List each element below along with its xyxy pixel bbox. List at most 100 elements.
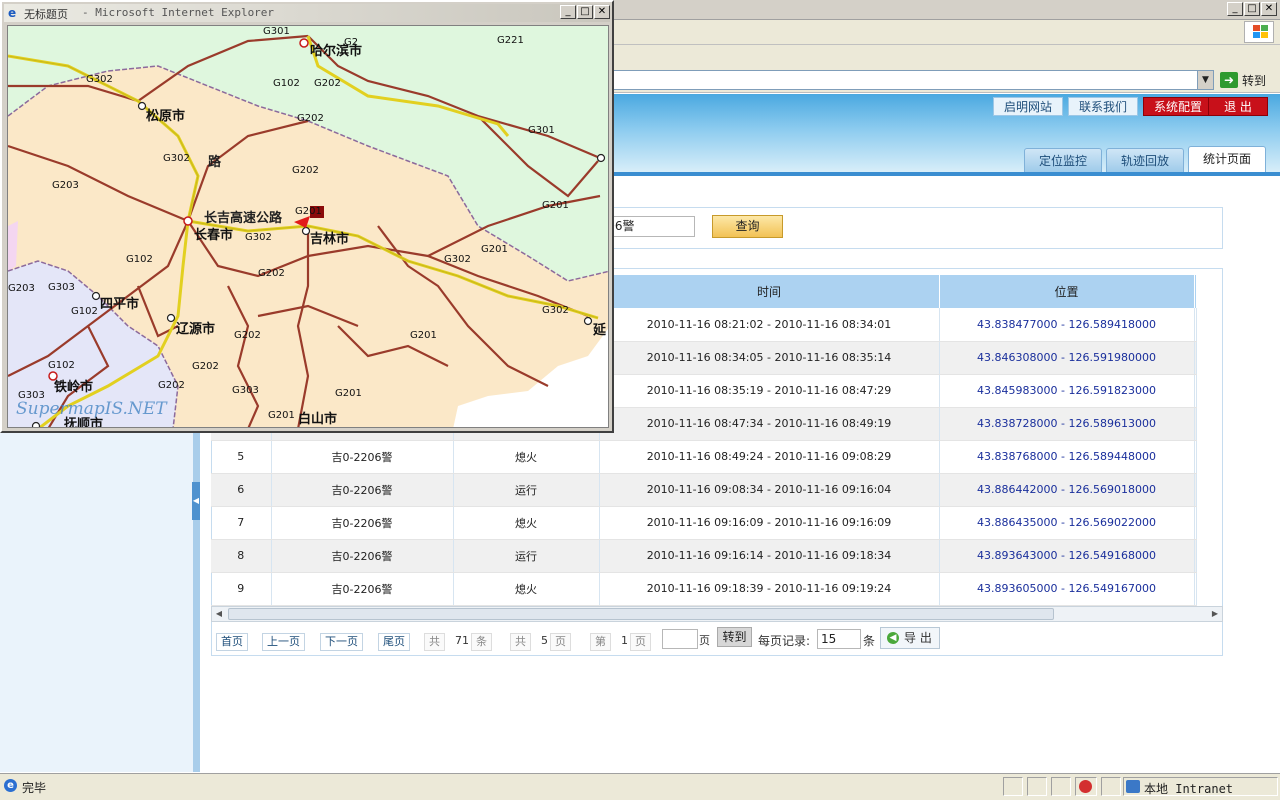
road-label: G303 <box>232 385 259 396</box>
row-status: 熄火 <box>453 572 600 606</box>
row-plate: 吉0-2206警 <box>271 539 454 573</box>
plate-number-value: 吉0-2206警 <box>613 219 635 233</box>
table-row[interactable]: 9 吉0-2206警 熄火 2010-11-16 09:18:39 - 2010-11… <box>211 572 1197 606</box>
first-page-button[interactable]: 首页 <box>216 633 248 651</box>
row-index: 8 <box>211 539 272 573</box>
link-contact-us[interactable]: 联系我们 <box>1068 97 1139 116</box>
row-position: 43.886435000 - 126.569022000 <box>939 506 1195 540</box>
last-page-button[interactable]: 尾页 <box>378 633 410 651</box>
ie-page-icon: e <box>4 779 17 792</box>
close-button[interactable]: ✕ <box>1261 2 1277 16</box>
go-button[interactable]: ➜ 转到 <box>1220 70 1276 90</box>
row-extra <box>1194 572 1197 606</box>
row-position: 43.845983000 - 126.591823000 <box>939 374 1195 408</box>
export-button[interactable]: ◀ 导 出 <box>880 627 940 649</box>
city-label: 吉林市 <box>310 231 349 247</box>
page-size-unit: 条 <box>863 634 876 648</box>
security-zone-cell[interactable]: 本地 Intranet <box>1123 777 1278 796</box>
link-system-config[interactable]: 系统配置 <box>1143 97 1214 116</box>
scroll-left-icon[interactable]: ◀ <box>212 607 226 621</box>
road-label: G221 <box>497 35 524 46</box>
scroll-thumb[interactable] <box>228 608 1054 620</box>
current-page: 1 <box>621 634 628 647</box>
map-view[interactable]: 哈尔滨市 松原市 长春市 吉林市 四平市 辽源市 铁岭市 抚顺市 白山市 延 长… <box>7 25 609 428</box>
row-status: 运行 <box>453 539 600 573</box>
road-label: G301 <box>263 26 290 37</box>
status-cell <box>1003 777 1023 796</box>
goto-page-button[interactable]: 转到 <box>717 627 752 647</box>
minimize-button[interactable]: _ <box>1227 2 1243 16</box>
road-label: G202 <box>192 361 219 372</box>
row-extra <box>1194 506 1197 540</box>
blocked-icon <box>1079 780 1092 793</box>
table-row[interactable]: 8 吉0-2206警 运行 2010-11-16 09:16:14 - 2010-11… <box>211 539 1197 573</box>
road-label: G201 <box>410 330 437 341</box>
page-size-label: 每页记录: <box>758 634 811 648</box>
jump-page-input[interactable] <box>662 629 698 649</box>
tab-statistics[interactable]: 统计页面 <box>1188 146 1267 172</box>
road-label: G102 <box>273 78 300 89</box>
row-time: 2010-11-16 08:49:24 - 2010-11-16 09:08:2… <box>599 440 940 474</box>
map-popup-window[interactable]: e 无标题页 - Microsoft Internet Explorer _ □… <box>0 0 614 433</box>
popup-close-button[interactable]: ✕ <box>594 5 610 19</box>
row-index: 6 <box>211 473 272 507</box>
row-extra <box>1194 407 1197 441</box>
tab-location-monitor[interactable]: 定位监控 <box>1024 148 1103 172</box>
col-header-position[interactable]: 位置 <box>939 275 1195 308</box>
road-label: G302 <box>86 74 113 85</box>
prev-page-button[interactable]: 上一页 <box>262 633 305 651</box>
go-label: 转到 <box>1242 73 1267 88</box>
table-horizontal-scrollbar[interactable]: ◀ ▶ <box>211 606 1223 622</box>
road-label: G302 <box>444 254 471 265</box>
total-pages: 5 <box>541 634 548 647</box>
popup-maximize-button[interactable]: □ <box>577 5 593 19</box>
scroll-right-icon[interactable]: ▶ <box>1208 607 1222 621</box>
row-extra <box>1194 308 1197 342</box>
row-time: 2010-11-16 09:08:34 - 2010-11-16 09:16:0… <box>599 473 940 507</box>
table-row[interactable]: 6 吉0-2206警 运行 2010-11-16 09:08:34 - 2010-11… <box>211 473 1197 507</box>
road-label: G102 <box>48 360 75 371</box>
popup-titlebar[interactable]: e 无标题页 - Microsoft Internet Explorer _ □… <box>4 4 610 22</box>
address-dropdown-icon[interactable]: ▼ <box>1197 71 1213 89</box>
logout-button[interactable]: 退 出 <box>1208 97 1268 116</box>
highway-label-2: 路 <box>208 154 222 170</box>
left-panel <box>0 432 193 772</box>
road-label: G202 <box>258 268 285 279</box>
status-cell <box>1027 777 1047 796</box>
highway-label: 长吉高速公路 <box>204 210 283 226</box>
road-label: G203 <box>52 180 79 191</box>
status-text: 完毕 <box>22 781 47 795</box>
plate-number-input[interactable]: 吉0-2206警 <box>612 216 695 237</box>
road-label: G302 <box>542 305 569 316</box>
row-time: 2010-11-16 08:47:34 - 2010-11-16 08:49:1… <box>599 407 940 441</box>
maximize-button[interactable]: □ <box>1244 2 1260 16</box>
link-company-site[interactable]: 启明网站 <box>993 97 1064 116</box>
query-button[interactable]: 查询 <box>712 215 783 238</box>
row-position: 43.838728000 - 126.589613000 <box>939 407 1195 441</box>
map-watermark: SupermapIS.NET <box>16 399 168 419</box>
road-label: G201 <box>481 244 508 255</box>
table-row[interactable]: 7 吉0-2206警 熄火 2010-11-16 09:16:09 - 2010-11… <box>211 506 1197 540</box>
table-row[interactable]: 5 吉0-2206警 熄火 2010-11-16 08:49:24 - 2010-11… <box>211 440 1197 474</box>
current-page-unit: 页 <box>630 633 651 651</box>
tab-track-playback[interactable]: 轨迹回放 <box>1106 148 1185 172</box>
map-canvas[interactable]: 哈尔滨市 松原市 长春市 吉林市 四平市 辽源市 铁岭市 抚顺市 白山市 延 长… <box>8 26 609 428</box>
ie-icon: e <box>8 6 17 20</box>
road-label: G102 <box>126 254 153 265</box>
page-size-input[interactable]: 15 <box>817 629 861 649</box>
col-header-time[interactable]: 时间 <box>599 275 940 308</box>
row-time: 2010-11-16 08:21:02 - 2010-11-16 08:34:0… <box>599 308 940 342</box>
row-position: 43.893643000 - 126.549168000 <box>939 539 1195 573</box>
row-extra <box>1194 539 1197 573</box>
row-status: 运行 <box>453 473 600 507</box>
windows-logo-icon <box>1244 21 1274 43</box>
row-position: 43.886442000 - 126.569018000 <box>939 473 1195 507</box>
popup-minimize-button[interactable]: _ <box>560 5 576 19</box>
row-index: 5 <box>211 440 272 474</box>
collapse-panel-icon[interactable]: ◀ <box>192 482 200 520</box>
popup-blocker-cell[interactable] <box>1075 777 1097 796</box>
road-label: G2 <box>344 37 358 48</box>
col-header-extra <box>1194 275 1197 308</box>
next-page-button[interactable]: 下一页 <box>320 633 363 651</box>
address-input[interactable]: ▼ <box>612 70 1214 90</box>
